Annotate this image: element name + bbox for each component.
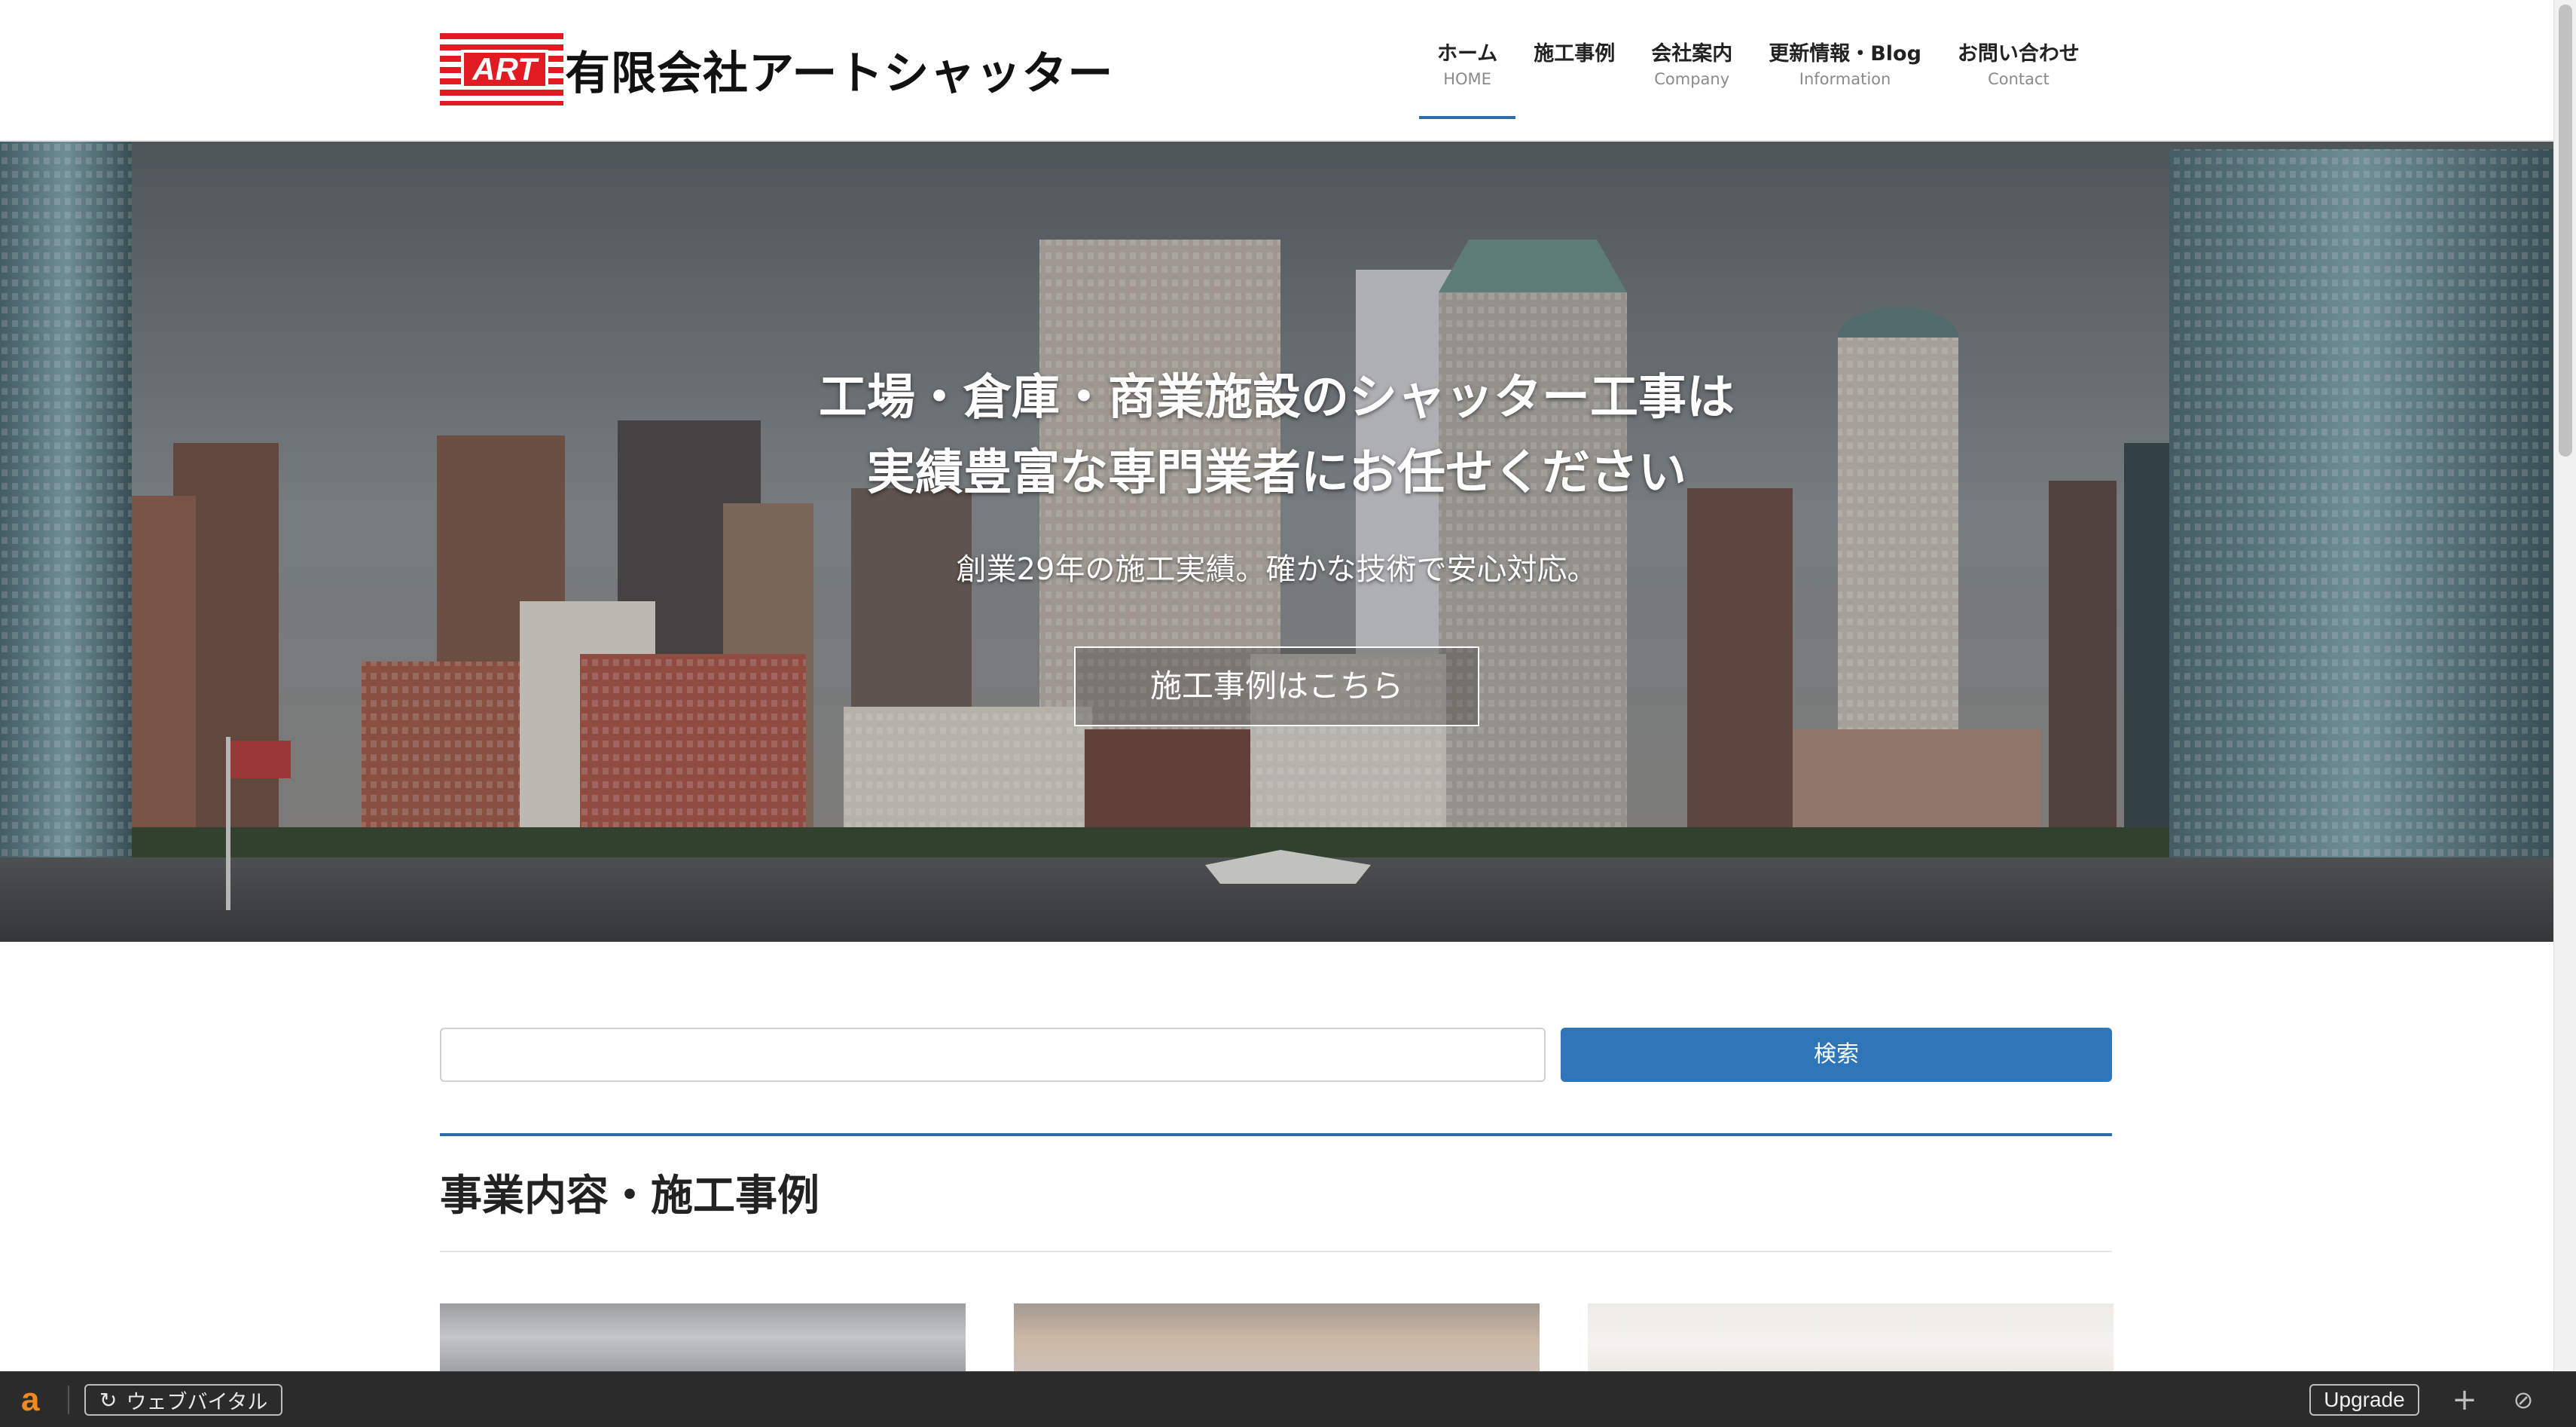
- site-logo[interactable]: ART 有限会社アートシャッター: [440, 33, 1113, 105]
- logo-mark-text: ART: [461, 50, 548, 89]
- nav-sublabel: Contact: [1988, 70, 2050, 88]
- search-input[interactable]: [440, 1028, 1546, 1082]
- hero-subtitle: 創業29年の施工実績。確かな技術で安心対応。: [956, 552, 1598, 587]
- extension-toolbar: a ↻ ウェブバイタル Upgrade + ⊘: [0, 1371, 2576, 1427]
- hero-overlay: [0, 142, 2553, 942]
- view-works-button[interactable]: 施工事例はこちら: [1074, 646, 1479, 726]
- nav-item-home[interactable]: ホーム HOME: [1419, 41, 1516, 119]
- page-scrollbar[interactable]: [2553, 0, 2576, 1371]
- company-name: 有限会社アートシャッター: [565, 47, 1114, 100]
- nav-item-company[interactable]: 会社案内 Company: [1633, 41, 1750, 119]
- nav-label: 更新情報・Blog: [1769, 42, 1921, 66]
- toolbar-separator: [68, 1386, 69, 1414]
- nav-label: 施工事例: [1534, 42, 1616, 66]
- upgrade-button[interactable]: Upgrade: [2309, 1384, 2419, 1416]
- plus-icon[interactable]: +: [2449, 1383, 2480, 1417]
- nav-label: お問い合わせ: [1957, 42, 2080, 66]
- page: ART 有限会社アートシャッター ホーム HOME 施工事例 会社案内 Comp…: [0, 0, 2576, 1427]
- nav-item-contact[interactable]: お問い合わせ Contact: [1940, 41, 2098, 119]
- web-vitals-label: ウェブバイタル: [126, 1390, 268, 1414]
- web-vitals-button[interactable]: ↻ ウェブバイタル: [84, 1384, 283, 1416]
- hero-banner: 工場・倉庫・商業施設のシャッター工事は 実績豊富な専門業者にお任せください 創業…: [0, 142, 2553, 942]
- hero-title-line: 工場・倉庫・商業施設のシャッター工事は: [819, 370, 1735, 426]
- hero-title-line: 実績豊富な専門業者にお任せください: [867, 445, 1686, 501]
- search-button[interactable]: 検索: [1561, 1028, 2112, 1082]
- nav-item-information[interactable]: 更新情報・Blog Information: [1750, 41, 1940, 119]
- site-header: ART 有限会社アートシャッター ホーム HOME 施工事例 会社案内 Comp…: [0, 0, 2553, 142]
- logo-mark: ART: [440, 33, 563, 105]
- block-icon[interactable]: ⊘: [2508, 1383, 2538, 1417]
- nav-label: ホーム: [1437, 42, 1498, 66]
- nav-label: 会社案内: [1651, 42, 1733, 66]
- section-underline: [440, 1251, 2112, 1252]
- nav-item-works[interactable]: 施工事例: [1515, 41, 1633, 119]
- scrollbar-thumb[interactable]: [2559, 5, 2572, 457]
- nav-sublabel: Information: [1799, 70, 1891, 88]
- nav-sublabel: Company: [1654, 70, 1730, 88]
- section-title: 事業内容・施工事例: [440, 1172, 819, 1221]
- main-nav: ホーム HOME 施工事例 会社案内 Company 更新情報・Blog Inf…: [1419, 41, 2098, 119]
- toolbar-logo-icon[interactable]: a: [21, 1381, 51, 1419]
- section-divider: [440, 1133, 2112, 1136]
- nav-sublabel: HOME: [1443, 70, 1491, 88]
- refresh-icon: ↻: [99, 1387, 118, 1413]
- hero-title: 工場・倉庫・商業施設のシャッター工事は 実績豊富な専門業者にお任せください: [527, 360, 2026, 511]
